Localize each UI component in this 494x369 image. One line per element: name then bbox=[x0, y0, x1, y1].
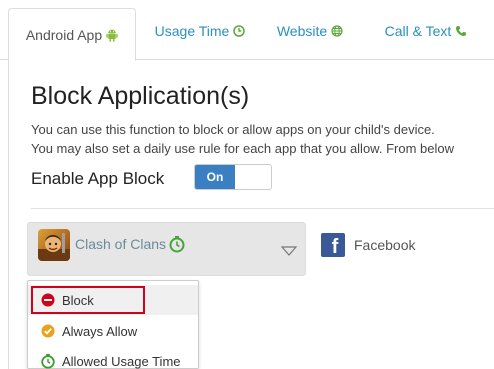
menu-item-label: Allowed Usage Time bbox=[62, 353, 181, 369]
globe-icon bbox=[331, 24, 343, 37]
tab-label: Website bbox=[276, 22, 328, 39]
parental-control-page: Android App Usage Time Website Call & Te… bbox=[0, 0, 494, 369]
tab-label: Android App bbox=[25, 26, 103, 43]
content-panel: Block Application(s) You can use this fu… bbox=[8, 60, 494, 369]
phone-icon bbox=[455, 25, 467, 37]
menu-item-allowed-usage-time[interactable]: Allowed Usage Time bbox=[28, 346, 198, 369]
app-block-toggle[interactable]: On bbox=[194, 164, 272, 190]
toggle-on-label: On bbox=[195, 165, 235, 189]
android-icon bbox=[106, 28, 118, 42]
tab-label: Call & Text bbox=[384, 22, 452, 39]
chevron-down-icon bbox=[280, 243, 298, 261]
app-name: Clash of Clans bbox=[75, 236, 167, 252]
page-title: Block Application(s) bbox=[31, 82, 250, 110]
clash-of-clans-icon bbox=[38, 229, 70, 261]
tab-call-text[interactable]: Call & Text bbox=[376, 8, 476, 53]
check-circle-icon bbox=[40, 323, 56, 339]
facebook-icon: f bbox=[321, 233, 345, 257]
timer-icon bbox=[168, 235, 186, 258]
enable-app-block-label: Enable App Block bbox=[31, 169, 165, 188]
tab-usage-time[interactable]: Usage Time bbox=[150, 8, 250, 53]
tab-label: Usage Time bbox=[154, 22, 230, 39]
menu-item-always-allow[interactable]: Always Allow bbox=[28, 316, 198, 346]
description-line-2: You may also set a daily use rule for ea… bbox=[31, 141, 454, 156]
tab-website[interactable]: Website bbox=[270, 8, 350, 53]
tab-bar: Android App Usage Time Website Call & Te… bbox=[0, 0, 494, 61]
app-name: Facebook bbox=[354, 237, 416, 253]
rule-dropdown-menu: Block Always Allow Allowed Usage Time bbox=[27, 280, 199, 369]
divider bbox=[31, 208, 494, 209]
highlight-box bbox=[31, 286, 145, 314]
description-line-1: You can use this function to block or al… bbox=[31, 122, 435, 137]
tab-android-app[interactable]: Android App bbox=[8, 8, 136, 61]
app-rule-select[interactable]: Clash of Clans bbox=[27, 222, 306, 276]
clock-icon bbox=[233, 24, 246, 37]
timer-icon bbox=[40, 353, 56, 369]
menu-item-label: Always Allow bbox=[62, 323, 138, 339]
